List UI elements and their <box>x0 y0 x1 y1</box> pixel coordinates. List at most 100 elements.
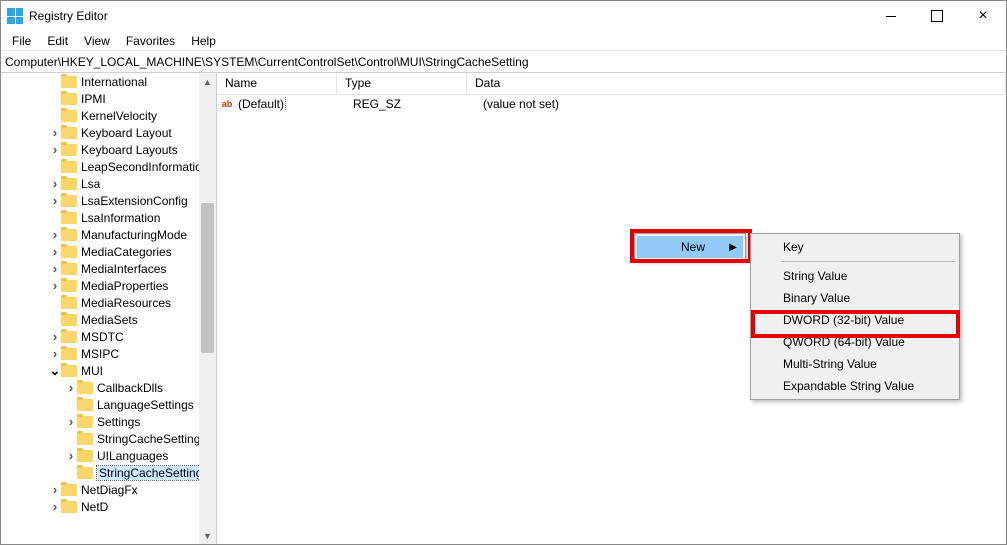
menu-view[interactable]: View <box>77 32 117 50</box>
tree-item-label: CallbackDlls <box>97 381 163 395</box>
tree-item[interactable]: › CallbackDlls <box>1 379 216 396</box>
context-menu-item[interactable]: Key <box>753 236 957 258</box>
chevron-right-icon[interactable]: › <box>65 416 77 428</box>
tree-item[interactable]: StringCacheSetting <box>1 464 216 481</box>
tree-item[interactable]: ›ManufacturingMode <box>1 226 216 243</box>
folder-icon <box>61 263 77 275</box>
tree-item[interactable]: LeapSecondInformation <box>1 158 216 175</box>
folder-icon <box>77 416 93 428</box>
tree-item[interactable]: LsaInformation <box>1 209 216 226</box>
tree-item[interactable]: › MediaInterfaces <box>1 260 216 277</box>
chevron-right-icon[interactable]: › <box>49 195 61 207</box>
folder-icon <box>61 178 77 190</box>
folder-icon <box>61 161 77 173</box>
menu-file[interactable]: File <box>5 32 38 50</box>
scroll-up-icon[interactable]: ▲ <box>199 73 216 90</box>
tree-item[interactable]: MediaResources <box>1 294 216 311</box>
folder-icon <box>61 93 77 105</box>
tree-item[interactable]: ›UILanguages <box>1 447 216 464</box>
chevron-right-icon[interactable]: › <box>49 501 61 513</box>
context-menu-item[interactable]: QWORD (64-bit) Value <box>753 331 957 353</box>
col-header-type[interactable]: Type <box>337 73 467 94</box>
col-header-data[interactable]: Data <box>467 73 1006 94</box>
tree-item[interactable]: › MediaCategories <box>1 243 216 260</box>
folder-icon <box>61 127 77 139</box>
chevron-right-icon[interactable]: › <box>49 246 61 258</box>
tree-item[interactable]: ›NetD <box>1 498 216 515</box>
menu-favorites[interactable]: Favorites <box>119 32 182 50</box>
context-menu-item-new[interactable]: New ▶ <box>637 236 743 258</box>
tree-item-label: Keyboard Layout <box>81 126 172 140</box>
tree-item[interactable]: MediaSets <box>1 311 216 328</box>
folder-icon <box>61 246 77 258</box>
context-menu-item[interactable]: DWORD (32-bit) Value <box>753 309 957 331</box>
tree-item-label: International <box>81 75 147 89</box>
tree-item[interactable]: ›LsaExtensionConfig <box>1 192 216 209</box>
tree-item-label: IPMI <box>81 92 106 106</box>
menu-help[interactable]: Help <box>184 32 223 50</box>
folder-icon <box>61 484 77 496</box>
tree-item[interactable]: › Keyboard Layout <box>1 124 216 141</box>
chevron-right-icon[interactable]: › <box>65 450 77 462</box>
tree-item-label: Settings <box>97 415 140 429</box>
tree-item-label: Lsa <box>81 177 100 191</box>
folder-icon <box>61 212 77 224</box>
tree-item[interactable]: › Keyboard Layouts <box>1 141 216 158</box>
tree-item-label: LeapSecondInformation <box>81 160 208 174</box>
tree-item[interactable]: KernelVelocity <box>1 107 216 124</box>
address-bar[interactable]: Computer\HKEY_LOCAL_MACHINE\SYSTEM\Curre… <box>1 51 1006 73</box>
col-header-name[interactable]: Name <box>217 73 337 94</box>
tree-item[interactable]: ›MediaProperties <box>1 277 216 294</box>
tree-item[interactable]: › Settings <box>1 413 216 430</box>
registry-editor-window: Registry Editor × FileEditViewFavoritesH… <box>0 0 1007 545</box>
chevron-right-icon[interactable]: › <box>49 127 61 139</box>
tree-item-label: NetDiagFx <box>81 483 138 497</box>
scroll-down-icon[interactable]: ▼ <box>199 527 216 544</box>
tree-scrollbar[interactable]: ▲ ▼ <box>199 73 216 544</box>
tree-item[interactable]: ›MSDTC <box>1 328 216 345</box>
context-menu-item[interactable]: String Value <box>753 265 957 287</box>
tree-item-label: StringCacheSetting <box>97 466 204 480</box>
chevron-right-icon[interactable]: › <box>49 263 61 275</box>
maximize-button[interactable] <box>914 1 960 31</box>
chevron-right-icon[interactable]: › <box>49 280 61 292</box>
folder-icon <box>61 348 77 360</box>
tree-item[interactable]: LanguageSettings <box>1 396 216 413</box>
tree-item-label: MediaSets <box>81 313 138 327</box>
tree-item[interactable]: ⌄MUI <box>1 362 216 379</box>
tree-item[interactable]: StringCacheSettings <box>1 430 216 447</box>
chevron-right-icon[interactable]: › <box>49 229 61 241</box>
chevron-down-icon[interactable]: ⌄ <box>49 365 61 377</box>
chevron-none <box>49 212 61 224</box>
tree-item[interactable]: › MSIPC <box>1 345 216 362</box>
tree-item[interactable]: IPMI <box>1 90 216 107</box>
tree-item[interactable]: › Lsa <box>1 175 216 192</box>
chevron-right-icon[interactable]: › <box>49 484 61 496</box>
tree-item-label: MediaCategories <box>81 245 172 259</box>
tree-item[interactable]: International <box>1 73 216 90</box>
context-menu-item[interactable]: Binary Value <box>753 287 957 309</box>
folder-icon <box>61 144 77 156</box>
folder-icon <box>61 501 77 513</box>
context-menu-separator <box>781 261 955 262</box>
chevron-none <box>49 110 61 122</box>
tree-item-label: Keyboard Layouts <box>81 143 178 157</box>
chevron-right-icon[interactable]: › <box>49 144 61 156</box>
tree-item[interactable]: › NetDiagFx <box>1 481 216 498</box>
list-row[interactable]: ab(Default)REG_SZ(value not set) <box>217 95 1006 113</box>
close-button[interactable]: × <box>960 1 1006 31</box>
main-area: International IPMIKernelVelocity › Keyboard… <box>1 73 1006 544</box>
window-controls: × <box>868 1 1006 31</box>
chevron-right-icon[interactable]: › <box>49 331 61 343</box>
context-menu-item[interactable]: Expandable String Value <box>753 375 957 397</box>
menu-edit[interactable]: Edit <box>40 32 75 50</box>
chevron-right-icon[interactable]: › <box>49 178 61 190</box>
context-menu-item[interactable]: Multi-String Value <box>753 353 957 375</box>
chevron-right-icon[interactable]: › <box>49 348 61 360</box>
scrollbar-thumb[interactable] <box>201 203 214 353</box>
tree-item-label: MSIPC <box>81 347 119 361</box>
chevron-none <box>49 297 61 309</box>
chevron-right-icon[interactable]: › <box>65 382 77 394</box>
tree-item-label: MediaInterfaces <box>81 262 166 276</box>
minimize-button[interactable] <box>868 1 914 31</box>
